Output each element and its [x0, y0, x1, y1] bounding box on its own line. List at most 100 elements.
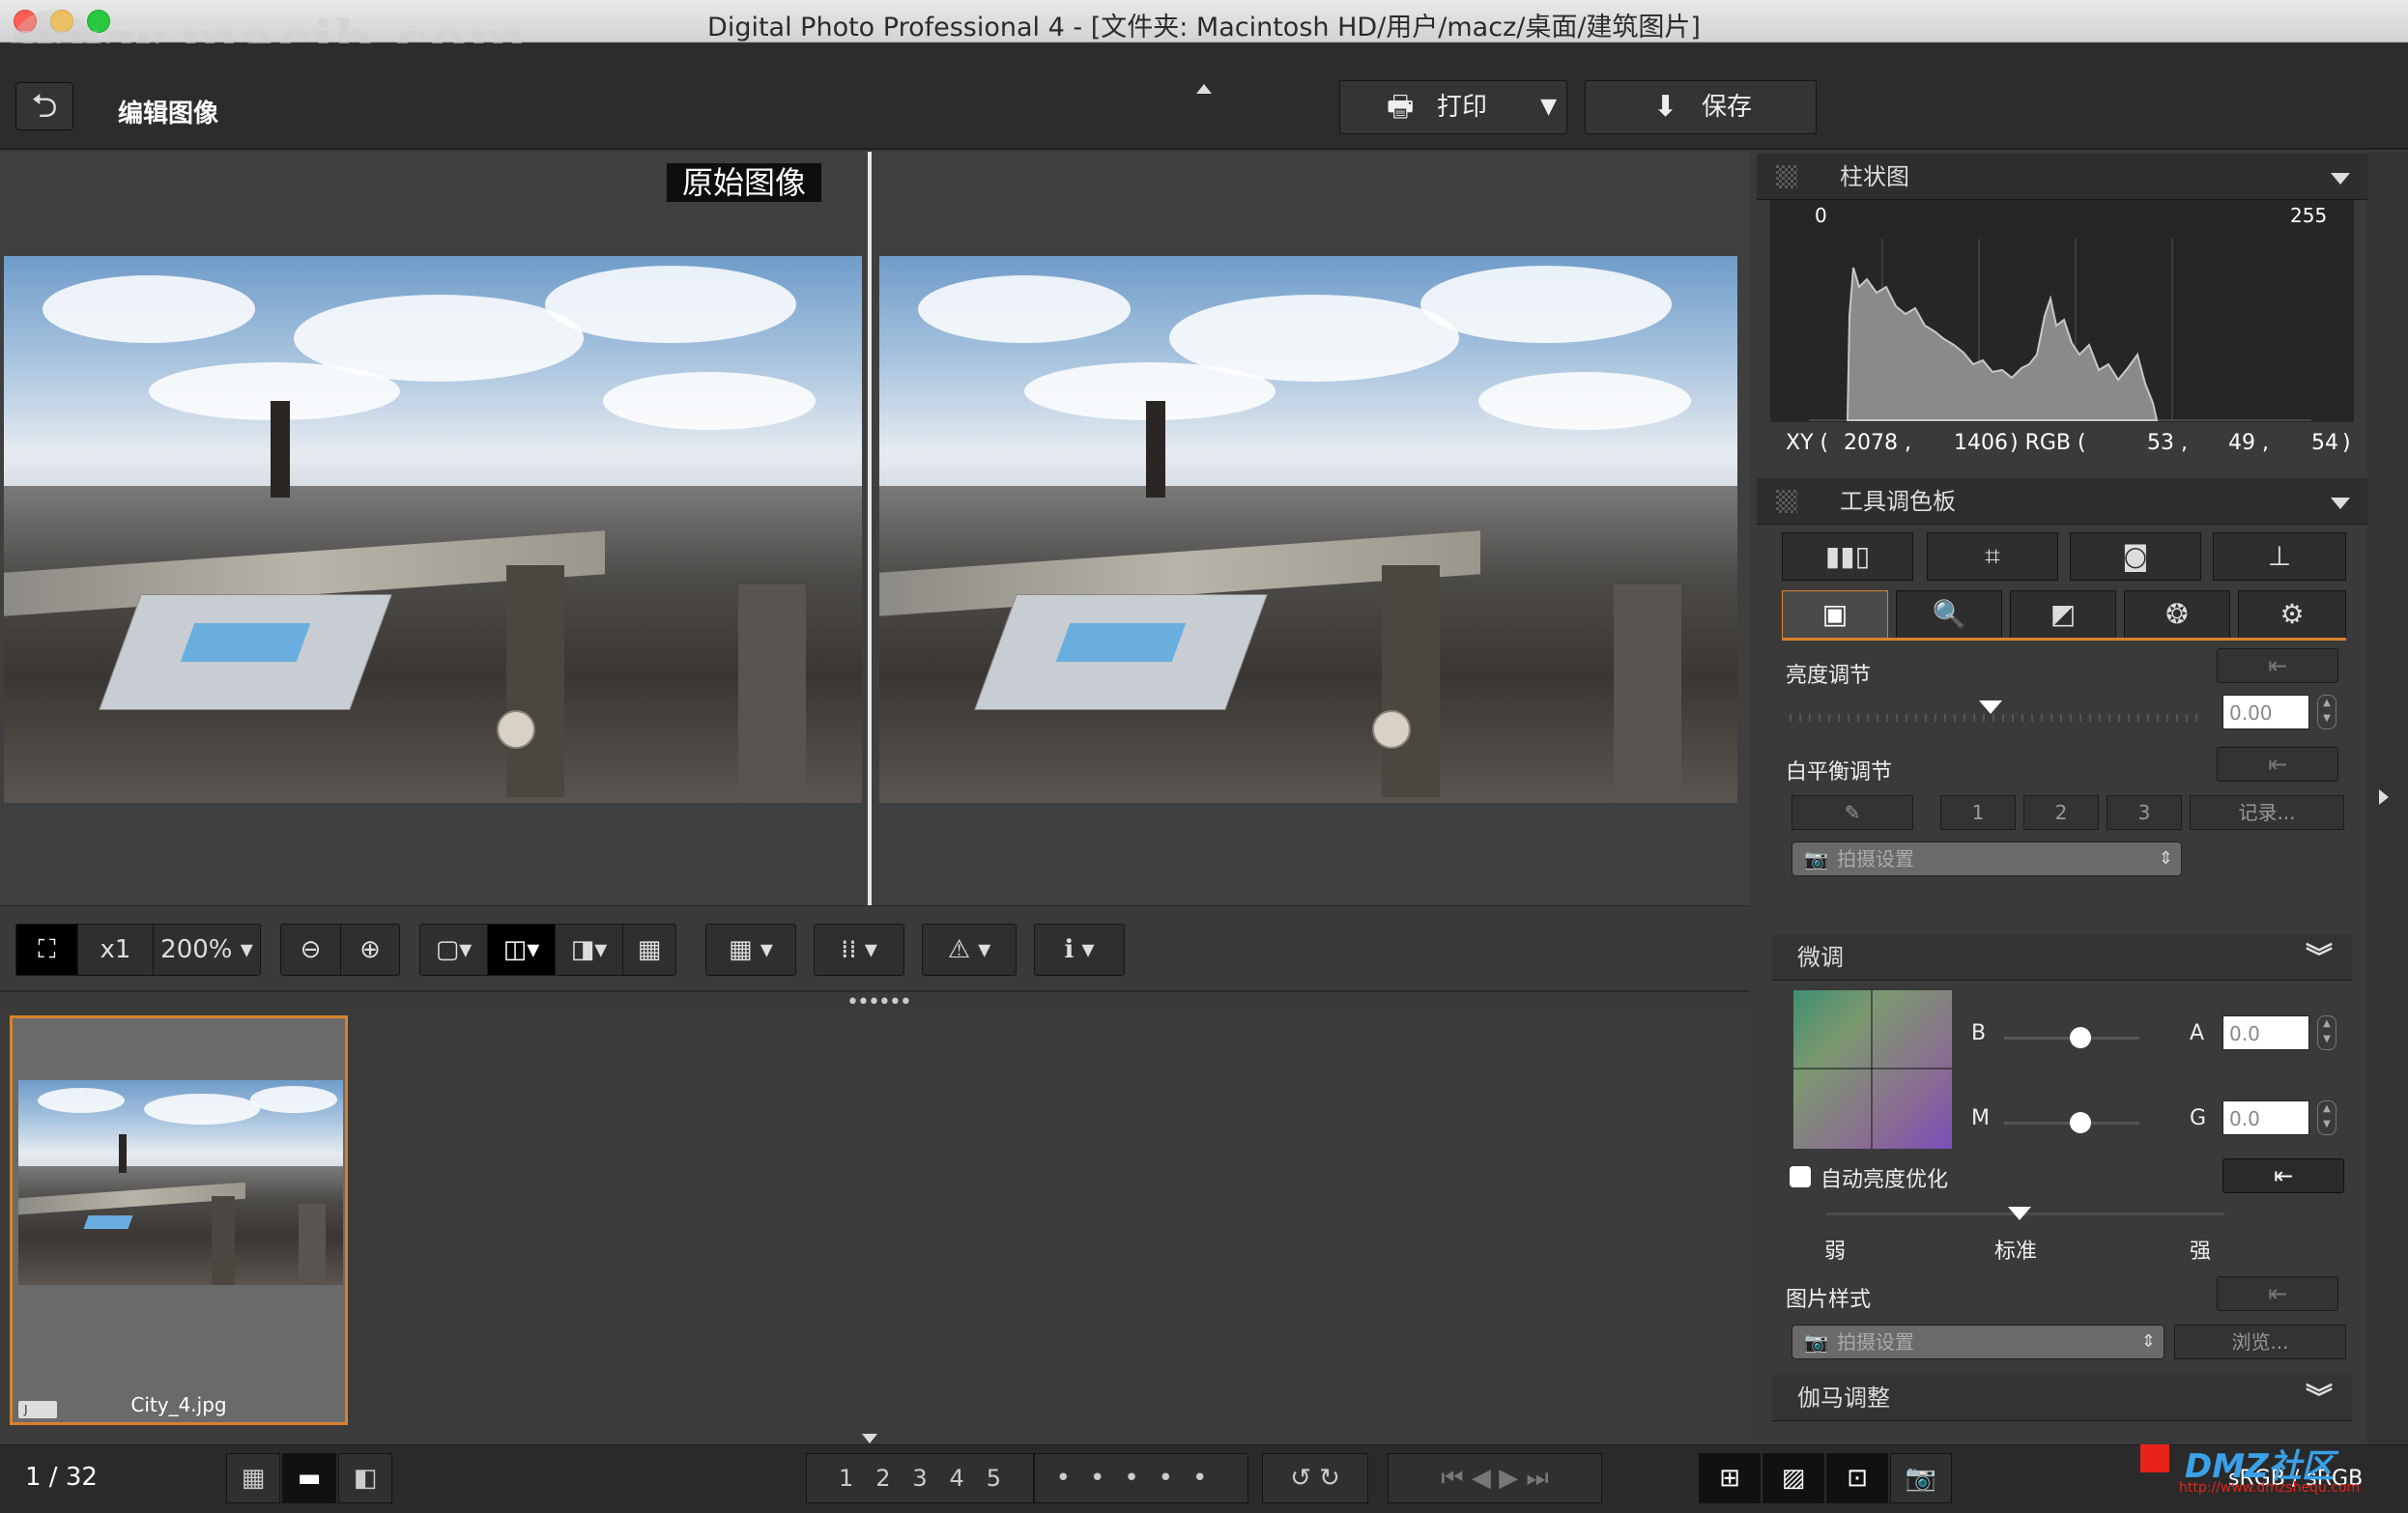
picture-style-reset-button[interactable]: ⇤ [2217, 1276, 2338, 1311]
expand-panel-arrow-icon[interactable] [2379, 789, 2389, 805]
tab-lens-group[interactable]: ◙ [2070, 532, 2201, 581]
auto-lighting-reset-button[interactable]: ⇤ [2222, 1158, 2344, 1193]
tab-color[interactable]: ❂ [2124, 590, 2230, 639]
brightness-spinner[interactable]: ▲ ▼ [2317, 695, 2336, 729]
stamp-icon: ⊥ [2267, 540, 2292, 572]
wb-preset-1-button[interactable]: 1 [1940, 795, 2016, 830]
mg-value-field[interactable]: 0.0 [2222, 1100, 2309, 1135]
thumbnail-filename: City_4.jpg [130, 1393, 227, 1416]
tab-detail[interactable]: 🔍 [1896, 590, 2002, 639]
rating-3-button[interactable]: 3 [912, 1465, 927, 1492]
drag-handle-icon[interactable] [1776, 165, 1797, 188]
info-button[interactable]: ℹ ▾ [1034, 924, 1125, 976]
navigation-buttons[interactable]: ⏮ ◀ ▶ ⏭ [1388, 1453, 1602, 1503]
wb-record-button[interactable]: 记录... [2190, 795, 2344, 830]
compare-divider[interactable] [868, 152, 872, 905]
original-image[interactable] [4, 256, 862, 803]
tab-basic[interactable]: ▣ [1782, 590, 1888, 639]
brightness-reset-button[interactable]: ⇤ [2217, 648, 2338, 683]
wb-preset-3-button[interactable]: 3 [2107, 795, 2182, 830]
af-points-button[interactable]: ⁞⁞ ▾ [814, 924, 904, 976]
fit-to-screen-button[interactable]: ⛶ [16, 925, 78, 975]
wb-mode-select[interactable]: 📷 拍摄设置 ⇕ [1792, 842, 2182, 876]
wb-eyedropper-button[interactable]: ✎ [1792, 795, 1913, 830]
pixel-info: XY ( 2078 , 1406 ) RGB ( 53 , 49 , 54 ) [1770, 424, 2354, 463]
highlight-warning-button[interactable]: ⚠ ▾ [922, 924, 1017, 976]
y-value: 1406 [1954, 431, 2008, 455]
histogram-header[interactable]: 柱状图 [1757, 154, 2367, 200]
browse-button[interactable]: 浏览... [2174, 1325, 2346, 1359]
thumbnail-item[interactable]: J City_4.jpg [10, 1015, 348, 1425]
rotate-buttons[interactable]: ↺ ↻ [1262, 1453, 1368, 1503]
viewer-toolbar: ⛶ x1 200% ▾ ⊖ ⊕ ▢▾ ◫▾ ◨▾ ▦ ▦ ▾ ⁞⁞ ▾ ⚠ ▾ … [0, 905, 1749, 992]
rating-2-button[interactable]: 2 [875, 1465, 890, 1492]
zoom-level-select[interactable]: 200% ▾ [154, 925, 260, 975]
rating-4-button[interactable]: 4 [950, 1465, 964, 1492]
ba-slider-thumb[interactable] [2070, 1027, 2091, 1048]
tab-stamp-group[interactable]: ⊥ [2213, 532, 2346, 581]
single-view-button[interactable]: ▢▾ [420, 925, 488, 975]
zoom-in-button[interactable]: ⊕ [341, 925, 399, 975]
collapse-triangle-icon[interactable] [2331, 173, 2350, 185]
collapse-toolbar-icon[interactable] [1196, 84, 1212, 94]
fine-tune-header[interactable]: 微调 ︾ [1772, 934, 2352, 981]
ba-spinner[interactable]: ▲ ▼ [2317, 1015, 2336, 1050]
crop-view-button[interactable]: ⊡ [1826, 1453, 1888, 1503]
brightness-label: 亮度调节 [1786, 664, 1872, 688]
picture-style-select[interactable]: 📷 拍摄设置 ⇕ [1792, 1325, 2164, 1359]
split-view-button[interactable]: ◨▾ [556, 925, 623, 975]
brightness-value-field[interactable]: 0.00 [2222, 695, 2309, 729]
edited-image[interactable] [879, 256, 1737, 803]
mg-spinner[interactable]: ▲ ▼ [2317, 1100, 2336, 1135]
thumbnail-image [18, 1080, 343, 1285]
star-rating-dots[interactable]: ••••• [1034, 1453, 1248, 1503]
overlay-view-button[interactable]: ▦ [623, 925, 675, 975]
double-chevron-icon[interactable]: ︾ [2306, 934, 2333, 981]
zoom-1x-button[interactable]: x1 [78, 925, 154, 975]
select-arrows-icon: ⇕ [2140, 1331, 2156, 1352]
before-after-view-button[interactable]: ◫▾ [488, 925, 556, 975]
gamma-header[interactable]: 伽马调整 ︾ [1772, 1375, 2352, 1421]
collapse-filmstrip-icon[interactable] [862, 1434, 877, 1443]
panel-collapse-strip[interactable] [2367, 152, 2408, 1444]
mg-slider-thumb[interactable] [2070, 1112, 2091, 1133]
wb-reset-button[interactable]: ⇤ [2217, 747, 2338, 782]
auto-lighting-slider-thumb[interactable] [2008, 1207, 2031, 1220]
camera-button[interactable]: 📷 [1890, 1453, 1952, 1503]
detail-magnifier-icon: 🔍 [1932, 598, 1966, 630]
double-chevron-icon[interactable]: ︾ [2306, 1375, 2333, 1421]
wb-preset-2-button[interactable]: 2 [2023, 795, 2099, 830]
print-button[interactable]: 🖶 打印 ▼ [1339, 80, 1567, 134]
auto-lighting-checkbox[interactable] [1790, 1166, 1811, 1187]
grid-button[interactable]: ▦ ▾ [705, 924, 796, 976]
filmstrip-view-button[interactable]: ▬ [282, 1453, 336, 1503]
tab-settings[interactable]: ⚙ [2238, 590, 2346, 639]
ba-value-field[interactable]: 0.0 [2222, 1015, 2309, 1050]
thumbnail-grid-view-button[interactable]: ▦ [226, 1453, 280, 1503]
zoom-out-button[interactable]: ⊖ [281, 925, 341, 975]
rating-1-button[interactable]: 1 [839, 1465, 853, 1492]
basic-image-icon: ▣ [1821, 598, 1849, 630]
side-view-button[interactable]: ◧ [338, 1453, 392, 1503]
wb-color-grid[interactable] [1793, 990, 1952, 1149]
drag-handle-icon[interactable] [1776, 490, 1797, 513]
save-button[interactable]: ⬇ 保存 [1585, 80, 1817, 134]
grid-view-icon: ▦ [241, 1464, 266, 1493]
reset-arrow-icon: ⇤ [2273, 1162, 2294, 1189]
tab-basic-adjustment-group[interactable]: ▮▮▯ [1782, 532, 1913, 581]
brightness-slider-thumb[interactable] [1979, 700, 2002, 714]
before-after-icon: ◫▾ [502, 935, 540, 964]
collapse-triangle-icon[interactable] [2331, 498, 2350, 509]
back-button[interactable]: ⮌ [15, 82, 73, 130]
color-circles-icon: ❂ [2165, 598, 2189, 630]
quick-check-button[interactable]: ▨ [1763, 1453, 1824, 1503]
print-dropdown-icon[interactable]: ▼ [1540, 81, 1557, 133]
tool-palette-header[interactable]: 工具调色板 [1757, 478, 2367, 525]
rating-5-button[interactable]: 5 [987, 1465, 1001, 1492]
edit-window-button[interactable]: ⊞ [1699, 1453, 1761, 1503]
brightness-slider[interactable] [1790, 714, 2199, 722]
rating-buttons: 1 2 3 4 5 [806, 1453, 1034, 1503]
nav-last-icon: ⏭ [1526, 1464, 1549, 1493]
tab-tone-curve[interactable]: ◩ [2010, 590, 2116, 639]
tab-crop-group[interactable]: ⌗ [1927, 532, 2058, 581]
